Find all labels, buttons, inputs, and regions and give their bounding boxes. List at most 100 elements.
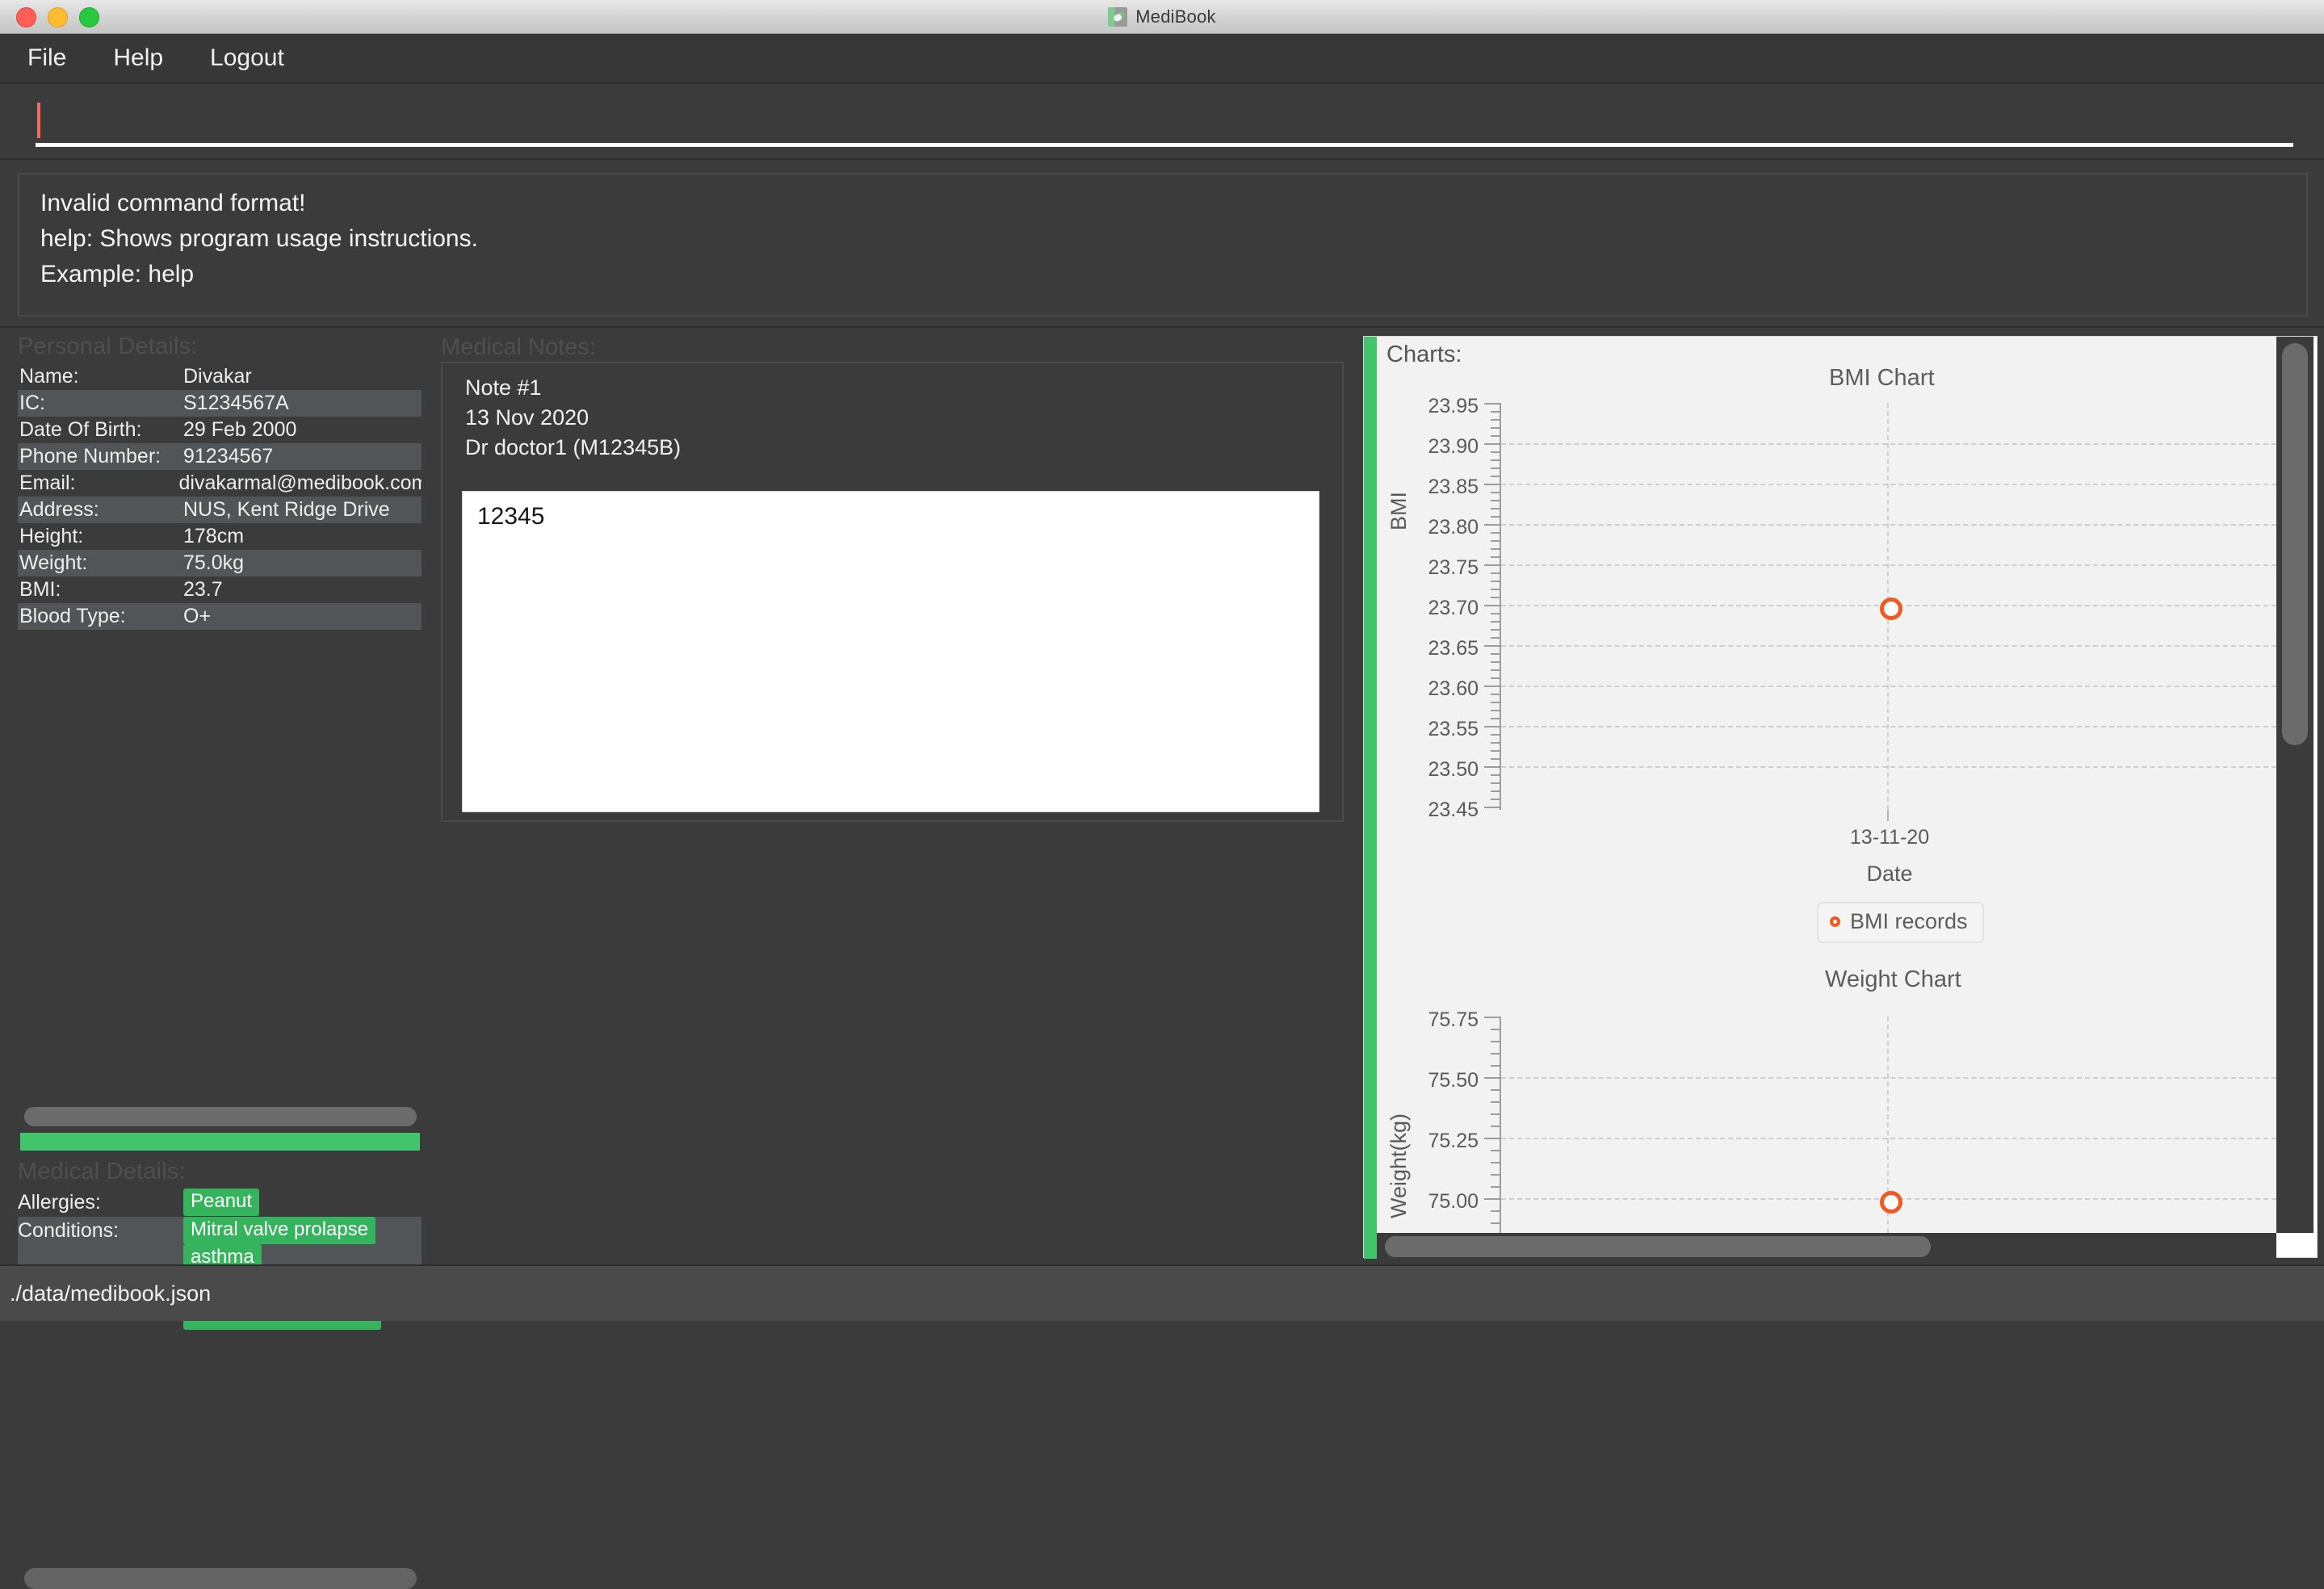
scrollbar-thumb[interactable]	[1385, 1236, 1931, 1257]
field-label: BMI:	[18, 578, 183, 602]
y-minor-tick	[1491, 629, 1500, 631]
weight-y-axis-spine	[1500, 1017, 1501, 1233]
y-tick-label: 75.50	[1385, 1069, 1479, 1092]
result-line-example: Example: help	[40, 257, 2306, 292]
medical-notes-panel: Medical Notes: Note #1 13 Nov 2020 Dr do…	[422, 329, 1357, 1264]
result-line-help: help: Shows program usage instructions.	[40, 221, 2306, 257]
gridline	[1501, 443, 2276, 445]
gridline	[1501, 645, 2276, 647]
note-card[interactable]: Note #1 13 Nov 2020 Dr doctor1 (M12345B)…	[441, 362, 1344, 822]
scrollbar-thumb[interactable]	[24, 1568, 417, 1589]
y-tick-label: 23.65	[1385, 637, 1479, 660]
y-tick-mark	[1484, 484, 1500, 485]
y-minor-tick	[1491, 1029, 1500, 1030]
y-minor-tick	[1491, 669, 1500, 671]
medical-notes-title: Medical Notes:	[422, 329, 1357, 365]
field-label: Name:	[18, 365, 183, 388]
y-minor-tick	[1491, 508, 1500, 509]
charts-label: Charts:	[1386, 342, 1462, 368]
table-row: IC: S1234567A	[18, 390, 422, 417]
y-minor-tick	[1491, 581, 1500, 582]
bmi-chart-title: BMI Chart	[1829, 365, 1935, 392]
charts-accent-rail	[1364, 337, 1377, 1259]
patient-panel-scrollbar[interactable]	[24, 1568, 417, 1589]
menu-item-file[interactable]: File	[21, 43, 73, 73]
y-minor-tick	[1491, 419, 1500, 421]
y-minor-tick	[1491, 572, 1500, 574]
y-minor-tick	[1491, 516, 1500, 518]
gridline	[1501, 1077, 2276, 1079]
table-row: BMI: 23.7	[18, 576, 422, 603]
minimize-window-button[interactable]	[48, 7, 68, 27]
result-display-area: Invalid command format! help: Shows prog…	[0, 161, 2324, 328]
bmi-data-point[interactable]	[1880, 597, 1902, 620]
personal-details-table: Name: Divakar IC: S1234567A Date Of Birt…	[18, 363, 422, 630]
charts-horizontal-scrollbar[interactable]	[1377, 1233, 2276, 1259]
maximize-window-button[interactable]	[79, 7, 99, 27]
y-minor-tick	[1491, 637, 1500, 639]
table-row: Address: NUS, Kent Ridge Drive	[18, 497, 422, 523]
y-minor-tick	[1491, 653, 1500, 655]
y-tick-mark	[1484, 1138, 1500, 1139]
field-label: Address:	[18, 498, 183, 522]
charts-vertical-scrollbar[interactable]	[2276, 337, 2314, 1233]
y-tick-label: 23.45	[1385, 799, 1479, 822]
field-label: Date Of Birth:	[18, 418, 183, 442]
y-tick-mark	[1484, 1198, 1500, 1200]
weight-data-point[interactable]	[1880, 1191, 1902, 1214]
field-value: 178cm	[183, 525, 244, 548]
table-row: Conditions: Mitral valve prolapseasthma	[18, 1217, 422, 1272]
y-minor-tick	[1491, 1065, 1500, 1067]
personal-details-scrollbar[interactable]	[24, 1107, 417, 1126]
y-minor-tick	[1491, 734, 1500, 736]
scrollbar-thumb[interactable]	[2282, 343, 2308, 745]
y-minor-tick	[1491, 540, 1500, 542]
field-value: 29 Feb 2000	[183, 418, 296, 442]
y-minor-tick	[1491, 742, 1500, 744]
tag-group: Peanut	[183, 1189, 422, 1216]
y-tick-label: 23.75	[1385, 556, 1479, 580]
weight-y-axis-label: Weight(kg)	[1386, 1113, 1412, 1218]
bmi-legend-label: BMI records	[1850, 909, 1968, 934]
y-minor-tick	[1491, 758, 1500, 760]
y-tick-mark	[1484, 403, 1500, 405]
y-minor-tick	[1491, 1053, 1500, 1054]
field-value: 91234567	[183, 445, 273, 468]
close-window-button[interactable]	[16, 7, 36, 27]
y-tick-label: 23.90	[1385, 435, 1479, 459]
y-minor-tick	[1491, 750, 1500, 752]
table-row: Weight: 75.0kg	[18, 550, 422, 576]
y-minor-tick	[1491, 1210, 1500, 1212]
y-minor-tick	[1491, 476, 1500, 477]
field-label: Allergies:	[18, 1189, 183, 1217]
command-input[interactable]	[36, 95, 2293, 147]
table-row: Date Of Birth: 29 Feb 2000	[18, 417, 422, 443]
main-content: Personal Details: Name: Divakar IC: S123…	[0, 329, 2324, 1264]
y-minor-tick	[1491, 492, 1500, 493]
charts-panel: Charts: BMI Chart 23.95 23.90 23.85 23.8…	[1357, 329, 2324, 1264]
y-tick-mark	[1484, 605, 1500, 606]
field-value: divakarmal@medibook.com	[179, 472, 422, 495]
window-title-bar: MediBook	[0, 0, 2324, 34]
table-row: Height: 178cm	[18, 523, 422, 550]
y-minor-tick	[1491, 1126, 1500, 1127]
gridline	[1501, 685, 2276, 687]
y-minor-tick	[1491, 411, 1500, 413]
y-tick-label: 75.75	[1385, 1008, 1479, 1032]
y-minor-tick	[1491, 1089, 1500, 1091]
medibook-app-icon	[1108, 7, 1127, 27]
scrollbar-thumb[interactable]	[24, 1107, 417, 1126]
note-body-textarea[interactable]: 12345	[462, 491, 1319, 812]
bmi-chart-legend[interactable]: BMI records	[1817, 902, 1984, 943]
y-minor-tick	[1491, 774, 1500, 776]
menu-item-help[interactable]: Help	[107, 43, 170, 73]
y-minor-tick	[1491, 621, 1500, 623]
y-minor-tick	[1491, 500, 1500, 501]
field-label: Height:	[18, 525, 183, 548]
bmi-legend-marker-icon	[1830, 916, 1840, 927]
y-minor-tick	[1491, 1222, 1500, 1224]
field-value: 23.7	[183, 578, 223, 602]
window-controls[interactable]	[16, 0, 99, 34]
menu-item-logout[interactable]: Logout	[203, 43, 291, 73]
y-minor-tick	[1491, 799, 1500, 800]
